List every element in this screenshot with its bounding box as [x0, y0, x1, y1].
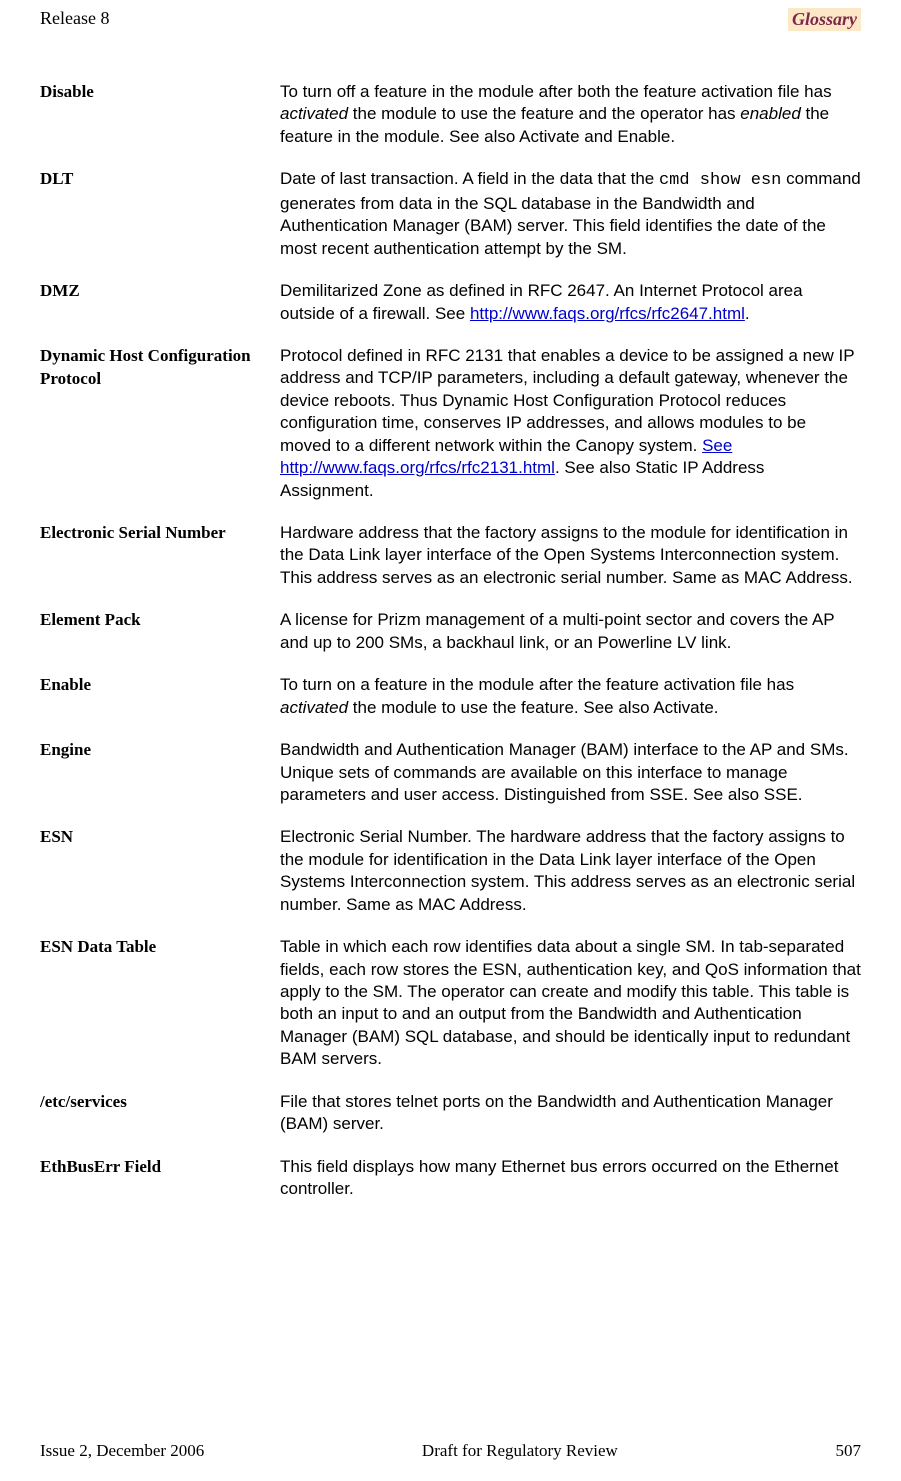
- glossary-term: Dynamic Host Configuration Protocol: [40, 345, 280, 391]
- rfc2131-link[interactable]: See http://www.faqs.org/rfcs/rfc2131.htm…: [280, 436, 732, 477]
- glossary-entry: Dynamic Host Configuration ProtocolProto…: [40, 345, 861, 502]
- glossary-term: Engine: [40, 739, 280, 762]
- glossary-definition: Electronic Serial Number. The hardware a…: [280, 826, 861, 916]
- glossary-term: ESN: [40, 826, 280, 849]
- glossary-entry: Electronic Serial NumberHardware address…: [40, 522, 861, 589]
- glossary-definition: File that stores telnet ports on the Ban…: [280, 1091, 861, 1136]
- glossary-entry: ESN Data TableTable in which each row id…: [40, 936, 861, 1071]
- glossary-definition: To turn on a feature in the module after…: [280, 674, 861, 719]
- glossary-definition: Bandwidth and Authentication Manager (BA…: [280, 739, 861, 806]
- glossary-entry: Element PackA license for Prizm manageme…: [40, 609, 861, 654]
- glossary-term: EthBusErr Field: [40, 1156, 280, 1179]
- glossary-term: Enable: [40, 674, 280, 697]
- glossary-entry: /etc/servicesFile that stores telnet por…: [40, 1091, 861, 1136]
- glossary-term: Electronic Serial Number: [40, 522, 280, 545]
- release-label: Release 8: [40, 8, 109, 29]
- glossary-definition: Table in which each row identifies data …: [280, 936, 861, 1071]
- glossary-entry: DisableTo turn off a feature in the modu…: [40, 81, 861, 148]
- glossary-definition: This field displays how many Ethernet bu…: [280, 1156, 861, 1201]
- glossary-term: ESN Data Table: [40, 936, 280, 959]
- glossary-term: DMZ: [40, 280, 280, 303]
- glossary-definition: Demilitarized Zone as defined in RFC 264…: [280, 280, 861, 325]
- glossary-entry: DLTDate of last transaction. A field in …: [40, 168, 861, 260]
- footer-center: Draft for Regulatory Review: [422, 1441, 618, 1461]
- glossary-term: Element Pack: [40, 609, 280, 632]
- footer-left: Issue 2, December 2006: [40, 1441, 204, 1461]
- glossary-term: DLT: [40, 168, 280, 191]
- footer-right: 507: [835, 1441, 861, 1461]
- glossary-definition: Hardware address that the factory assign…: [280, 522, 861, 589]
- glossary-definition: Date of last transaction. A field in the…: [280, 168, 861, 260]
- rfc2647-link[interactable]: http://www.faqs.org/rfcs/rfc2647.html: [470, 304, 745, 323]
- glossary-entry: ESNElectronic Serial Number. The hardwar…: [40, 826, 861, 916]
- glossary-definition: A license for Prizm management of a mult…: [280, 609, 861, 654]
- page-footer: Issue 2, December 2006 Draft for Regulat…: [40, 1441, 861, 1461]
- glossary-term: /etc/services: [40, 1091, 280, 1114]
- glossary-entry: DMZDemilitarized Zone as defined in RFC …: [40, 280, 861, 325]
- page-header: Release 8 Glossary: [40, 8, 861, 31]
- glossary-entry: EngineBandwidth and Authentication Manag…: [40, 739, 861, 806]
- glossary-definition: Protocol defined in RFC 2131 that enable…: [280, 345, 861, 502]
- glossary-entry: EthBusErr FieldThis field displays how m…: [40, 1156, 861, 1201]
- glossary-definition: To turn off a feature in the module afte…: [280, 81, 861, 148]
- glossary-entries: DisableTo turn off a feature in the modu…: [40, 81, 861, 1411]
- glossary-term: Disable: [40, 81, 280, 104]
- section-label: Glossary: [788, 8, 861, 31]
- glossary-entry: EnableTo turn on a feature in the module…: [40, 674, 861, 719]
